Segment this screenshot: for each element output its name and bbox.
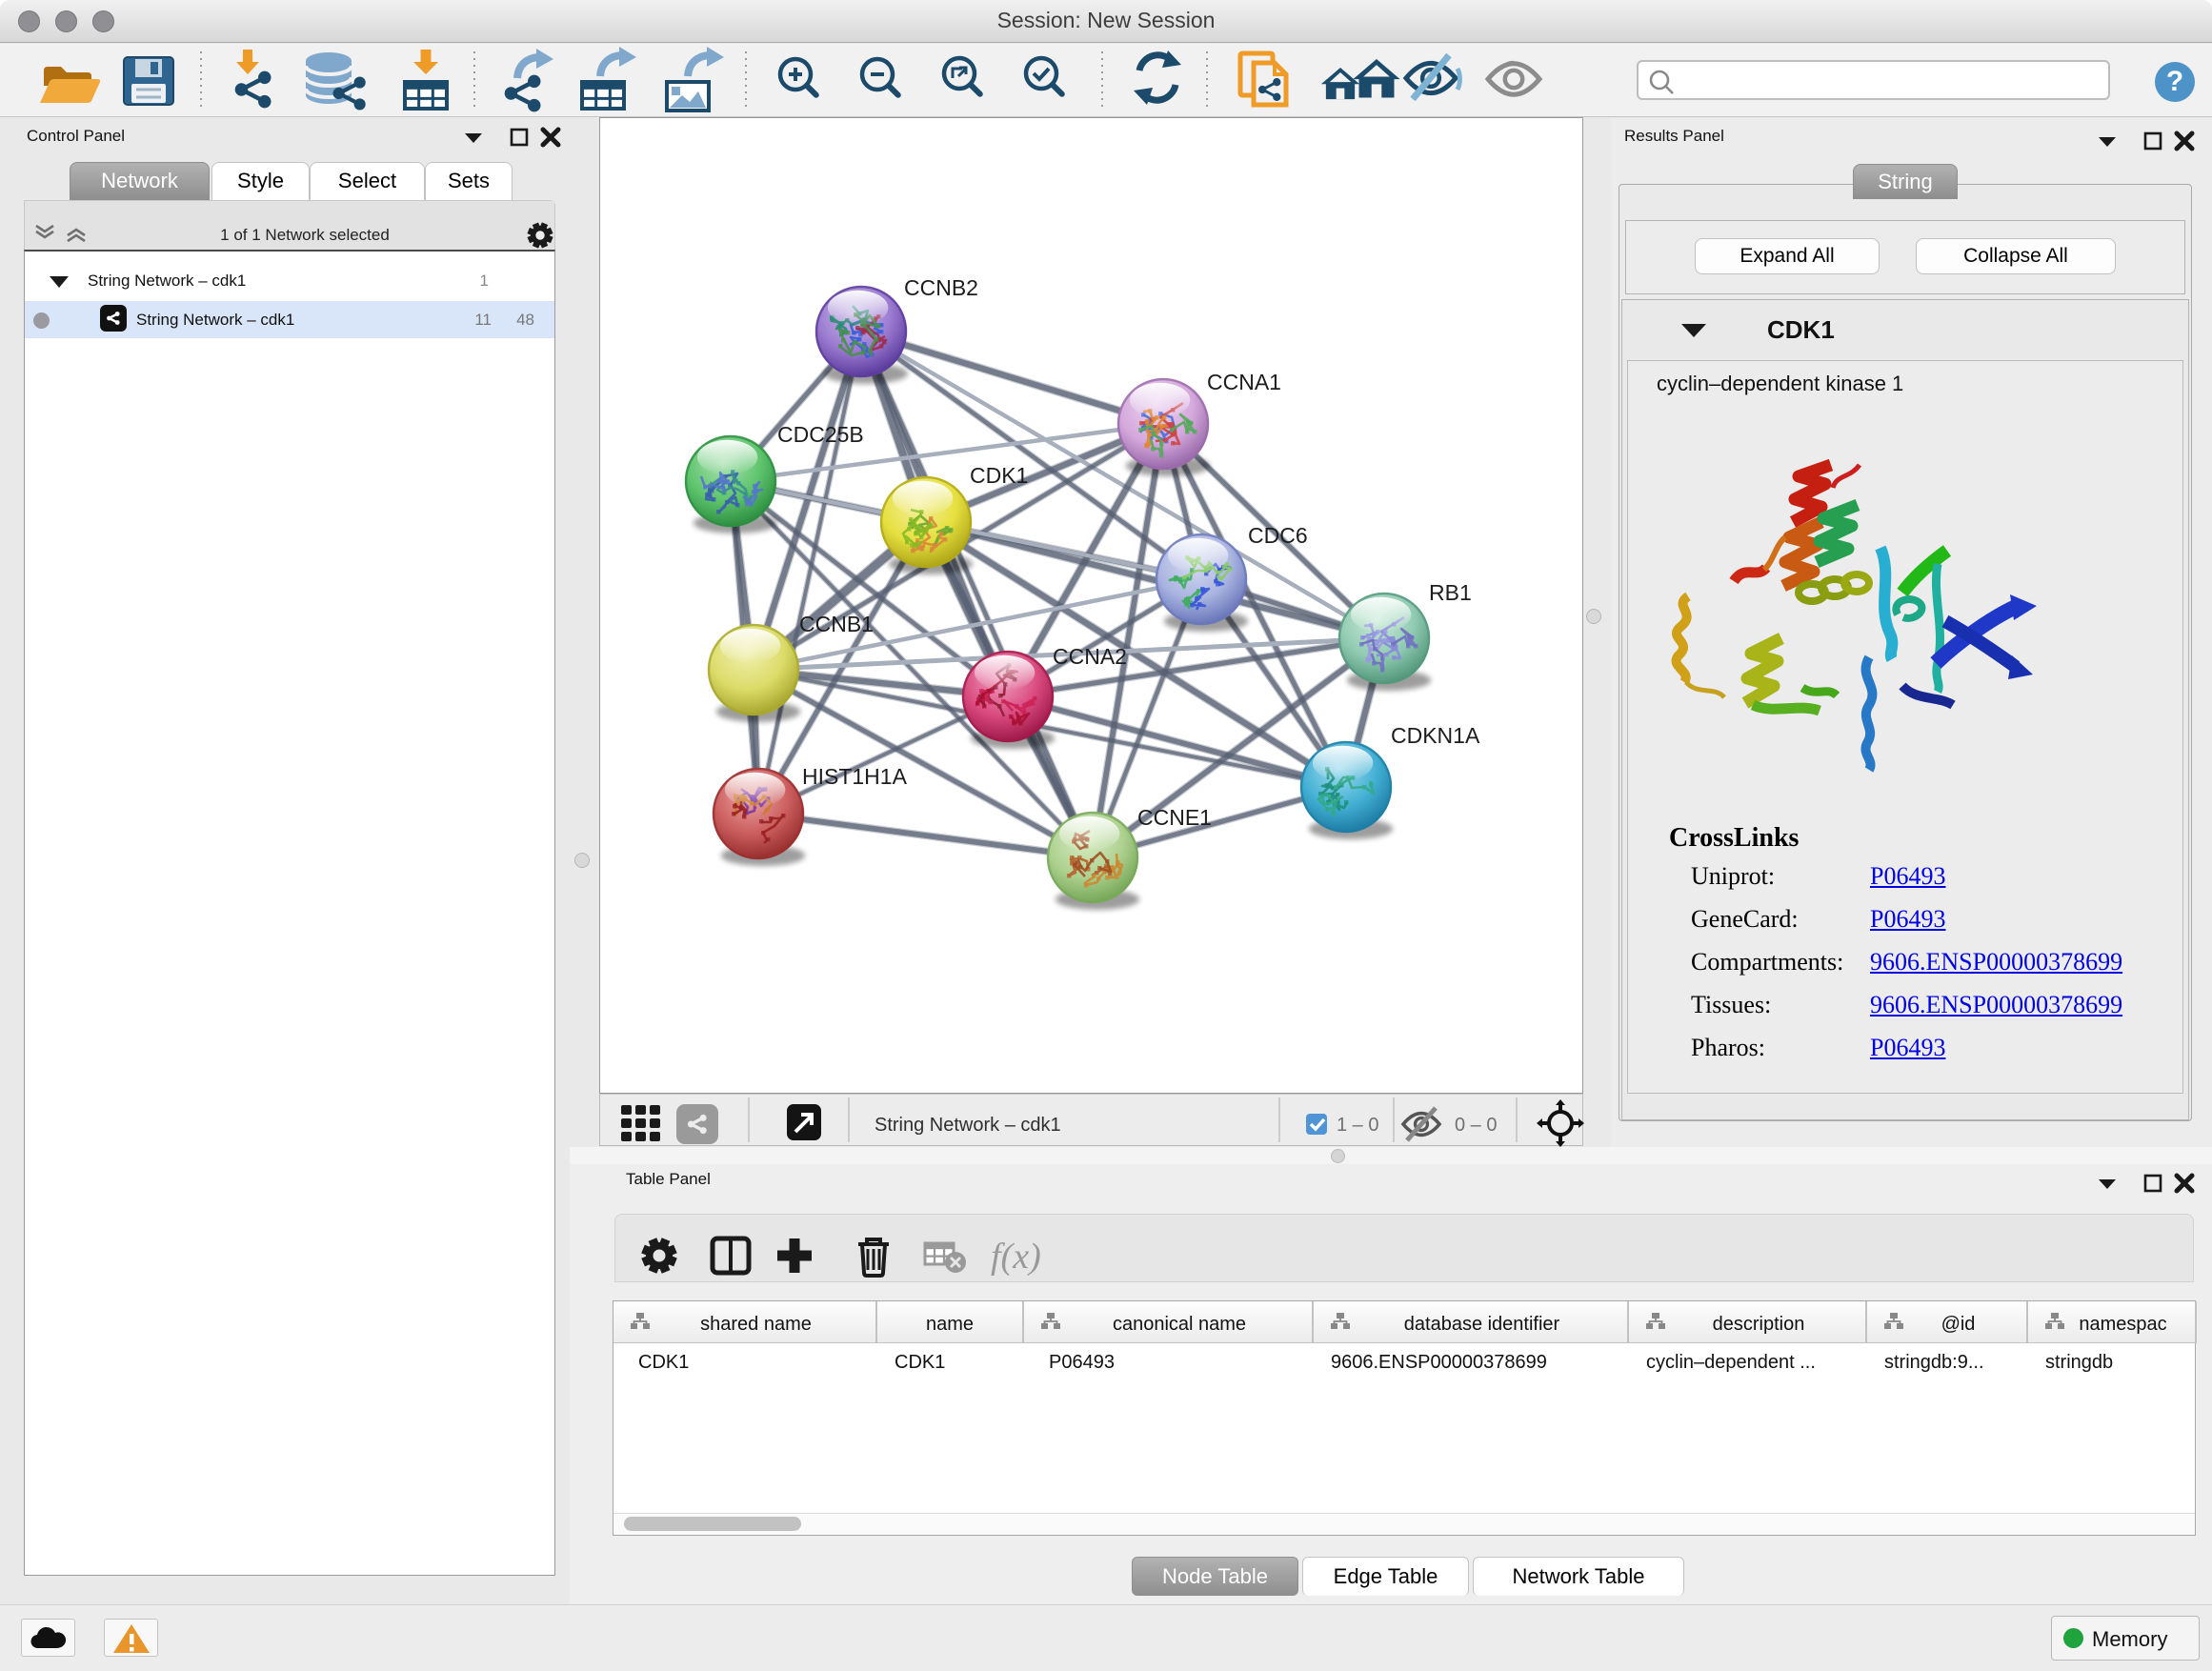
svg-text:namespac: namespac [2079,1314,2166,1335]
svg-text:description: description [1713,1314,1805,1335]
svg-text:@id: @id [1941,1314,1976,1335]
svg-text:database identifier: database identifier [1404,1314,1560,1335]
svg-text:shared name: shared name [700,1314,812,1335]
svg-text:canonical name: canonical name [1113,1314,1246,1335]
svg-text:name: name [926,1314,974,1335]
